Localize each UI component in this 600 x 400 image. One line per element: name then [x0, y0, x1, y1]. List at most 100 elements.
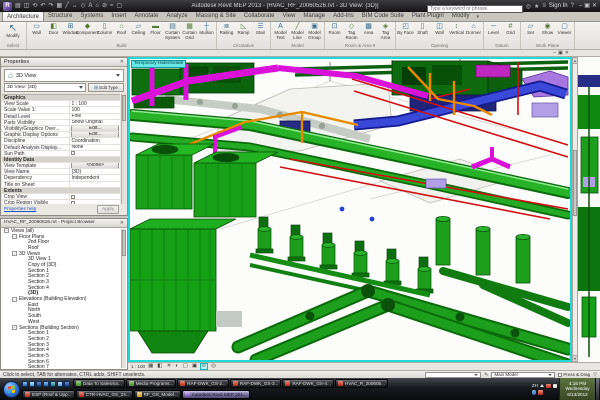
close-icon[interactable]: ✕ [592, 1, 597, 11]
aligned-dimension-icon[interactable]: ↔ [71, 1, 79, 11]
tree-expander-icon[interactable]: − [12, 297, 17, 302]
tree-expander-icon[interactable] [21, 268, 26, 273]
taskbar-window-button[interactable]: Autodesk Revit MEP 201... [182, 390, 250, 399]
tray-expand-icon[interactable] [540, 384, 544, 387]
ribbon-tab[interactable]: Architecture [2, 11, 44, 21]
opening-by-face-button[interactable]: ◰ By Face [397, 22, 414, 43]
exclusion-filter-icon[interactable]: ▽ [593, 372, 597, 378]
subscription-center-icon[interactable]: ★ [534, 3, 539, 10]
stair-button[interactable]: ☰ Stair [252, 22, 269, 43]
scroll-up-icon[interactable] [573, 58, 577, 64]
ribbon-tab[interactable]: Systems [76, 11, 107, 21]
ribbon-tab[interactable]: Analyze [162, 11, 191, 21]
checkbox[interactable] [71, 195, 75, 199]
roof-button[interactable]: ⌂ Roof [113, 22, 130, 43]
properties-help-link[interactable]: Properties help [4, 207, 36, 212]
wall-button[interactable]: ▭ Wall [28, 22, 45, 43]
tree-expander-icon[interactable]: − [12, 234, 17, 239]
tray-icon[interactable] [553, 384, 558, 389]
communication-center-icon[interactable]: ≡ [542, 3, 546, 10]
tree-expander-icon[interactable] [21, 240, 26, 245]
search-go-icon[interactable]: ◎ [526, 3, 531, 10]
tree-expander-icon[interactable] [21, 353, 26, 358]
taskbar-window-button[interactable]: RF_GS_Model... [134, 390, 181, 399]
view-minimize-icon[interactable]: – [553, 50, 556, 57]
active-workset-combo[interactable] [425, 372, 481, 378]
ribbon-tab[interactable]: Manage [299, 11, 329, 21]
quick-launch-media-icon[interactable] [36, 381, 42, 387]
ribbon-tab[interactable]: Insert [107, 11, 130, 21]
close-icon[interactable]: ✕ [120, 58, 124, 66]
press-drag-checkbox[interactable] [558, 373, 562, 377]
tree-expander-icon[interactable]: − [12, 325, 17, 330]
edit-type-button[interactable]: ⊞ Edit Type [88, 83, 124, 92]
ramp-button[interactable]: ◺ Ramp [235, 22, 252, 43]
taskbar-window-button[interactable]: CTR-HVAC_GS_24... [76, 390, 133, 399]
properties-title-bar[interactable]: Properties ✕ [1, 58, 127, 67]
taskbar-window-button[interactable]: Media Programs... [126, 379, 177, 388]
room-button[interactable]: ⊡ Room [326, 22, 343, 43]
design-option-combo[interactable]: Main Model [491, 372, 555, 378]
shaft-button[interactable]: ▯ Shaft [414, 22, 431, 43]
wall-opening-button[interactable]: ◫ Wall [431, 22, 448, 43]
language-indicator[interactable]: ZH [532, 383, 538, 388]
floor-button[interactable]: ▬ Floor [147, 22, 164, 43]
ceiling-button[interactable]: ▱ Ceiling [130, 22, 147, 43]
vertical-opening-button[interactable]: ↕ Vertical [448, 22, 465, 43]
undo-icon[interactable]: ↶ [39, 1, 46, 11]
application-menu-button[interactable]: R [3, 2, 12, 11]
ribbon-tab[interactable]: Add-Ins [329, 11, 358, 21]
quick-launch-app-icon[interactable] [50, 381, 56, 387]
tree-expander-icon[interactable] [21, 314, 26, 319]
scroll-down-icon[interactable] [573, 355, 577, 361]
start-button[interactable] [3, 381, 20, 398]
text-icon[interactable]: A [87, 1, 93, 11]
taskbar-window-button[interactable]: RAF-DWK_GS-3... [230, 379, 282, 388]
scale-control[interactable]: 1 : 100 [131, 364, 145, 369]
tree-expander-icon[interactable] [21, 302, 26, 307]
save-icon[interactable]: ◫ [23, 1, 31, 11]
quick-launch-app-icon[interactable] [57, 381, 63, 387]
type-selector[interactable]: ⌂ 3D View [4, 69, 124, 82]
browser-scrollbar[interactable] [121, 229, 126, 368]
tree-expander-icon[interactable] [21, 359, 26, 364]
apply-button[interactable]: Apply [97, 205, 119, 214]
set-work-plane-button[interactable]: ▱ Set [522, 22, 539, 43]
close-icon[interactable]: ✕ [120, 219, 124, 227]
model-line-button[interactable]: ╱ Model Line [289, 22, 306, 43]
taskbar-clock[interactable]: 4:16 PM Wednesday 6/13/2012 [559, 378, 595, 400]
sign-in-button[interactable]: Sign In [549, 3, 568, 9]
taskbar-window-button[interactable]: RAF-DWK_GS-2... [177, 379, 229, 388]
background-view-window[interactable] [578, 57, 600, 362]
editable-only-icon[interactable]: ✎ [484, 372, 488, 378]
modify-button[interactable]: ↖ Modify [1, 22, 25, 43]
grid-button[interactable]: # Grid [502, 22, 519, 43]
property-row[interactable]: Crop Region Visible [2, 200, 120, 204]
tray-icon[interactable] [546, 384, 551, 389]
tree-expander-icon[interactable]: − [4, 228, 9, 233]
tree-expander-icon[interactable] [21, 308, 26, 313]
level-button[interactable]: ─ Level [485, 22, 502, 43]
quick-launch-app-icon[interactable] [64, 381, 70, 387]
measure-icon[interactable]: ╱ [64, 1, 70, 11]
tree-expander-icon[interactable] [21, 331, 26, 336]
railing-button[interactable]: ≣ Railing [218, 22, 235, 43]
restore-icon[interactable]: ▣ [584, 1, 590, 11]
sync-icon[interactable]: ⟲ [31, 1, 38, 11]
ribbon-tab[interactable]: Structure [44, 11, 76, 21]
tag-area-button[interactable]: ◈ Tag Area [377, 22, 394, 43]
quick-launch-explorer-icon[interactable] [29, 381, 35, 387]
open-icon[interactable]: ▤ [14, 1, 22, 11]
scrollbar-thumb[interactable] [573, 150, 577, 216]
ribbon-tab[interactable]: Collaborate [240, 11, 279, 21]
show-desktop-button[interactable] [595, 378, 599, 400]
tag-icon[interactable]: ◇ [80, 1, 87, 11]
tree-expander-icon[interactable] [21, 342, 26, 347]
ribbon-tab[interactable]: Massing & Site [192, 11, 240, 21]
checkbox[interactable] [71, 151, 75, 155]
model-group-button[interactable]: ▣ Model Group [306, 22, 323, 43]
mullion-button[interactable]: ┼ Mullion [198, 22, 215, 43]
tree-expander-icon[interactable] [21, 365, 26, 368]
element-filter-combo[interactable]: 3D View: {3D} [4, 83, 86, 92]
taskbar-window-button[interactable]: ESP (Roof & Upp... [22, 390, 75, 399]
